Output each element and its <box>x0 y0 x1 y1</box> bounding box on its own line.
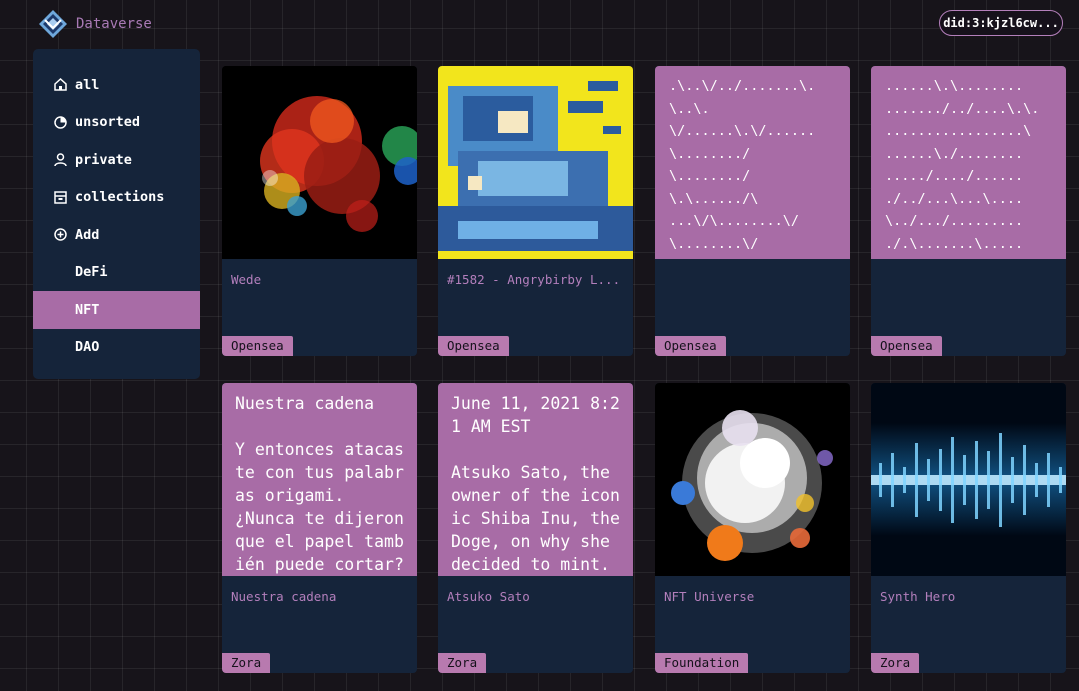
pie-icon <box>53 115 68 130</box>
marketplace-tag: Opensea <box>438 336 509 356</box>
nft-card[interactable]: Nuestra cadena Y entonces atacas te con … <box>222 383 417 673</box>
nft-card[interactable]: Synth Hero Zora <box>871 383 1066 673</box>
app-title: Dataverse <box>76 16 152 32</box>
nft-thumbnail: June 11, 2021 8:2 1 AM EST Atsuko Sato, … <box>438 383 633 576</box>
sidebar-item-label: collections <box>75 189 165 206</box>
nft-thumbnail: ......\.\........ ......./../....\.\. ..… <box>871 66 1066 259</box>
nft-card[interactable]: Wede Opensea <box>222 66 417 356</box>
nft-thumbnail <box>871 383 1066 576</box>
nft-thumbnail <box>655 383 850 576</box>
nft-card[interactable]: NFT Universe Foundation <box>655 383 850 673</box>
did-account-button[interactable]: did:3:kjzl6cw... <box>939 10 1063 36</box>
dataverse-logo-icon <box>39 10 67 38</box>
nft-card[interactable]: ......\.\........ ......./../....\.\. ..… <box>871 66 1066 356</box>
nft-card[interactable]: June 11, 2021 8:2 1 AM EST Atsuko Sato, … <box>438 383 633 673</box>
sidebar: all unsorted private collections Add DeF… <box>33 49 200 379</box>
card-title: Synth Hero <box>880 589 956 604</box>
marketplace-tag: Zora <box>438 653 487 673</box>
card-title: #1582 - Angrybirby L... <box>447 272 621 287</box>
nft-thumbnail <box>222 66 417 259</box>
card-title: Nuestra cadena <box>231 589 337 604</box>
sidebar-item-label: private <box>75 151 132 168</box>
marketplace-tag: Zora <box>871 653 920 673</box>
marketplace-tag: Opensea <box>222 336 293 356</box>
nft-card[interactable]: #1582 - Angrybirby L... Opensea <box>438 66 633 356</box>
sidebar-item-label: unsorted <box>75 114 141 131</box>
archive-icon <box>53 190 68 205</box>
home-icon <box>53 77 68 92</box>
marketplace-tag: Foundation <box>655 653 749 673</box>
nft-thumbnail: .\..\/../.......\. \..\. \/......\.\/...… <box>655 66 850 259</box>
sidebar-item-label: all <box>75 76 100 93</box>
nft-card[interactable]: .\..\/../.......\. \..\. \/......\.\/...… <box>655 66 850 356</box>
folder-nft[interactable]: NFT <box>33 291 200 329</box>
marketplace-tag: Zora <box>222 653 271 673</box>
card-title: NFT Universe <box>664 589 755 604</box>
sidebar-item-unsorted[interactable]: unsorted <box>33 104 200 142</box>
user-icon <box>53 152 68 167</box>
nft-thumbnail: Nuestra cadena Y entonces atacas te con … <box>222 383 417 576</box>
sidebar-item-all[interactable]: all <box>33 66 200 104</box>
card-title: Wede <box>231 272 262 287</box>
text-nft-preview: Nuestra cadena Y entonces atacas te con … <box>222 383 417 576</box>
folder-dao[interactable]: DAO <box>33 329 200 367</box>
text-nft-preview: June 11, 2021 8:2 1 AM EST Atsuko Sato, … <box>438 383 633 576</box>
plus-circle-icon <box>53 227 68 242</box>
app-logo[interactable]: Dataverse <box>38 9 152 39</box>
ascii-art: .\..\/../.......\. \..\. \/......\.\/...… <box>655 66 850 259</box>
sidebar-item-label: Add <box>75 226 100 243</box>
marketplace-tag: Opensea <box>871 336 942 356</box>
folder-defi[interactable]: DeFi <box>33 254 200 292</box>
sidebar-item-collections[interactable]: collections <box>33 179 200 217</box>
marketplace-tag: Opensea <box>655 336 726 356</box>
sidebar-item-private[interactable]: private <box>33 141 200 179</box>
ascii-art: ......\.\........ ......./../....\.\. ..… <box>871 66 1066 259</box>
sidebar-item-add[interactable]: Add <box>33 216 200 254</box>
card-title: Atsuko Sato <box>447 589 530 604</box>
nft-thumbnail <box>438 66 633 259</box>
